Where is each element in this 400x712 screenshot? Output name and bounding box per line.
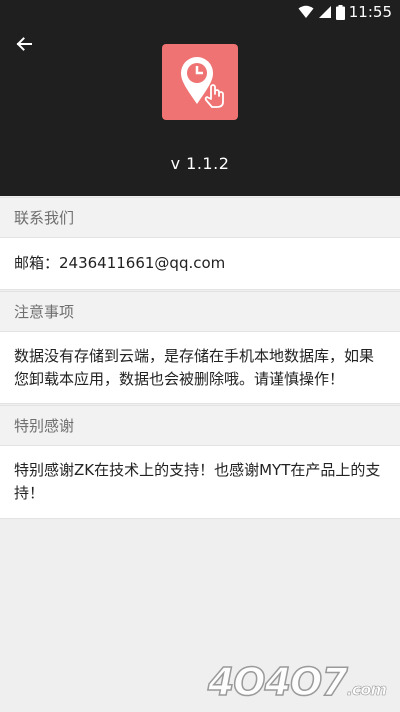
battery-icon [335, 4, 345, 20]
section-title-notice: 注意事项 [0, 291, 400, 331]
arrow-left-icon [15, 35, 33, 57]
back-button[interactable] [10, 32, 38, 60]
section-title-thanks: 特别感谢 [0, 405, 400, 445]
contact-email[interactable]: 邮箱：2436411661@qq.com [0, 237, 400, 290]
signal-icon [318, 5, 332, 19]
app-icon [162, 44, 238, 120]
section-title-contact: 联系我们 [0, 197, 400, 237]
wifi-icon [298, 5, 314, 19]
status-bar: 11:55 [298, 0, 400, 24]
status-time: 11:55 [348, 3, 392, 21]
thanks-text: 特别感谢ZK在技术上的支持！也感谢MYT在产品上的支持！ [0, 445, 400, 519]
app-version: v 1.1.2 [170, 154, 230, 173]
watermark-logo: 4O4O7.com [207, 659, 387, 705]
app-header: 11:55 v 1.1.2 [0, 0, 400, 196]
notice-text: 数据没有存储到云端，是存储在手机本地数据库，如果您卸载本应用，数据也会被删除哦。… [0, 331, 400, 404]
location-clock-touch-icon [170, 50, 230, 114]
